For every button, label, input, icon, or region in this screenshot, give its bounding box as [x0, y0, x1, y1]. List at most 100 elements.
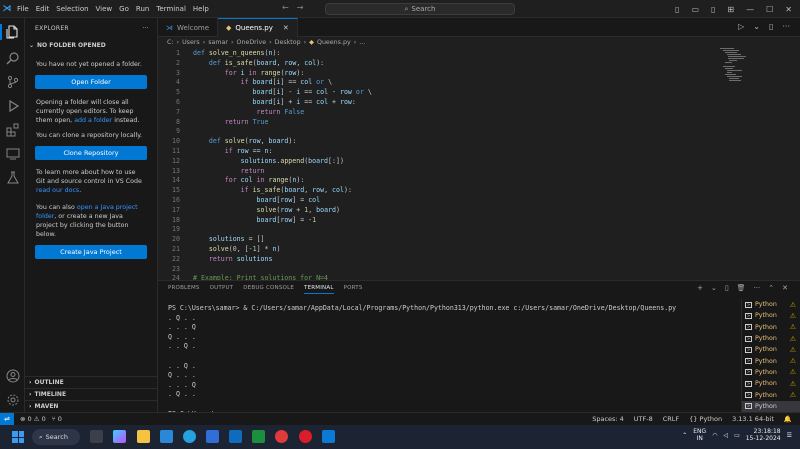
menu-help[interactable]: Help [193, 5, 209, 13]
split-editor-icon[interactable]: ▯ [769, 22, 773, 31]
menu-file[interactable]: File [17, 5, 29, 13]
menu-edit[interactable]: Edit [36, 5, 50, 13]
layout-panel-icon[interactable]: ▭ [691, 5, 699, 14]
code-editor[interactable]: 1 def solve_n_queens(n): 2 def is_safe(boa… [158, 48, 800, 280]
layout-customize-icon[interactable]: ⊞ [727, 5, 734, 14]
clock[interactable]: 23:18:18 15-12-2024 [746, 428, 781, 442]
crumb-samar[interactable]: samar [208, 39, 228, 46]
terminal-instance[interactable]: > Python ⚠ [742, 367, 800, 378]
battery-icon[interactable]: ▭ [734, 432, 740, 439]
tab-terminal[interactable]: TERMINAL [304, 285, 334, 294]
windows-start-icon[interactable] [12, 431, 24, 443]
minimize-icon[interactable]: — [746, 5, 754, 14]
encoding-indicator[interactable]: UTF-8 [634, 415, 653, 423]
chevron-down-icon[interactable]: ⌄ [711, 284, 717, 292]
tab-ports[interactable]: PORTS [344, 285, 363, 294]
run-debug-icon[interactable] [5, 98, 20, 113]
notifications-icon[interactable]: ☰ [787, 432, 792, 439]
language-indicator[interactable]: ENG IN [693, 428, 706, 442]
volume-icon[interactable]: ◁ [723, 432, 728, 439]
mail-icon[interactable] [229, 430, 242, 443]
close-window-icon[interactable]: ✕ [785, 5, 792, 14]
taskbar-search[interactable]: ⌕ Search [32, 429, 80, 445]
settings-gear-icon[interactable] [5, 392, 20, 407]
account-icon[interactable] [5, 368, 20, 383]
more-actions-icon[interactable]: ··· [754, 284, 761, 292]
outline-section[interactable]: › OUTLINE [25, 376, 157, 388]
trash-icon[interactable]: 🗑 [737, 284, 746, 292]
eol-indicator[interactable]: CRLF [663, 415, 679, 423]
terminal-instance[interactable]: > Python ⚠ [742, 378, 800, 389]
terminal-instance[interactable]: > Python ⚠ [742, 310, 800, 321]
open-folder-button[interactable]: Open Folder [35, 75, 147, 89]
notifications-bell-icon[interactable]: 🔔 [784, 415, 792, 423]
ports-indicator[interactable]: ⑂ 0 [52, 415, 62, 423]
menu-run[interactable]: Run [136, 5, 149, 13]
remote-indicator-icon[interactable]: ⇌ [0, 412, 14, 426]
file-explorer-icon[interactable] [137, 430, 150, 443]
terminal-instance[interactable]: > Python ⚠ [742, 322, 800, 333]
more-actions-icon[interactable]: ··· [782, 22, 790, 31]
terminal-instance[interactable]: > Python ⚠ [742, 355, 800, 366]
clone-repository-button[interactable]: Clone Repository [35, 146, 147, 160]
telegram-icon[interactable] [183, 430, 196, 443]
crumb-desktop[interactable]: Desktop [275, 39, 301, 46]
chevron-up-icon[interactable]: ⌃ [682, 432, 687, 439]
layout-sidebar-icon[interactable]: ▯ [675, 5, 679, 14]
read-docs-link[interactable]: read our docs [36, 187, 79, 194]
back-arrow-icon[interactable]: ← [282, 3, 289, 12]
terminal-instance[interactable]: > Python ⚠ [742, 344, 800, 355]
testing-icon[interactable] [5, 170, 20, 185]
menu-selection[interactable]: Selection [56, 5, 88, 13]
errors-indicator[interactable]: ⊗ 0 ⚠ 0 [20, 415, 46, 423]
maximize-panel-icon[interactable]: ⌃ [768, 284, 774, 292]
app-icon[interactable] [252, 430, 265, 443]
extensions-icon[interactable] [5, 122, 20, 137]
wifi-icon[interactable]: ◠ [712, 432, 717, 439]
tab-output[interactable]: OUTPUT [210, 285, 234, 294]
tab-queens-py[interactable]: ◆ Queens.py ✕ [218, 18, 298, 37]
minimap[interactable] [720, 48, 760, 88]
terminal-instance[interactable]: > Python ⚠ [742, 333, 800, 344]
crumb-users[interactable]: Users [182, 39, 200, 46]
indentation-indicator[interactable]: Spaces: 4 [592, 415, 624, 423]
run-python-icon[interactable]: ▷ [738, 22, 744, 31]
edge-icon[interactable] [160, 430, 173, 443]
command-center-search[interactable]: ⌕ Search [325, 3, 515, 15]
maximize-icon[interactable]: ☐ [766, 5, 773, 14]
app-icon[interactable] [206, 430, 219, 443]
remote-explorer-icon[interactable] [5, 146, 20, 161]
crumb-symbol[interactable]: ... [359, 39, 365, 46]
menu-go[interactable]: Go [119, 5, 129, 13]
create-java-project-button[interactable]: Create Java Project [35, 245, 147, 259]
add-folder-link[interactable]: add a folder [74, 117, 112, 124]
crumb-file[interactable]: Queens.py [317, 39, 351, 46]
search-view-icon[interactable] [5, 50, 20, 65]
menu-terminal[interactable]: Terminal [156, 5, 186, 13]
explorer-icon[interactable] [5, 24, 20, 39]
app-icon[interactable] [275, 430, 288, 443]
tab-problems[interactable]: PROBLEMS [168, 285, 200, 294]
chevron-down-icon[interactable]: ⌄ [753, 22, 760, 31]
forward-arrow-icon[interactable]: → [297, 3, 304, 12]
close-panel-icon[interactable]: ✕ [782, 284, 788, 292]
menu-view[interactable]: View [96, 5, 113, 13]
copilot-icon[interactable] [113, 430, 126, 443]
python-interpreter[interactable]: 3.13.1 64-bit [732, 415, 774, 423]
more-actions-icon[interactable]: ··· [142, 25, 149, 32]
layout-secondary-icon[interactable]: ▯ [711, 5, 715, 14]
terminal-instance[interactable]: > Python ⚠ [742, 389, 800, 400]
new-terminal-icon[interactable]: + [697, 284, 703, 292]
no-folder-section[interactable]: ⌄ NO FOLDER OPENED [25, 38, 157, 52]
terminal-instance[interactable]: > Python [742, 400, 800, 412]
source-control-icon[interactable] [5, 74, 20, 89]
tab-debug-console[interactable]: DEBUG CONSOLE [243, 285, 294, 294]
split-terminal-icon[interactable]: ▯ [725, 284, 729, 292]
terminal-output[interactable]: PS C:\Users\samar> & C:/Users/samar/AppD… [168, 304, 728, 419]
tab-welcome[interactable]: ⋊ Welcome [158, 18, 219, 37]
language-mode[interactable]: {} Python [689, 415, 722, 423]
crumb-onedrive[interactable]: OneDrive [237, 39, 267, 46]
opera-icon[interactable] [299, 430, 312, 443]
vscode-taskbar-icon[interactable] [322, 430, 335, 443]
crumb-drive[interactable]: C: [167, 39, 174, 46]
